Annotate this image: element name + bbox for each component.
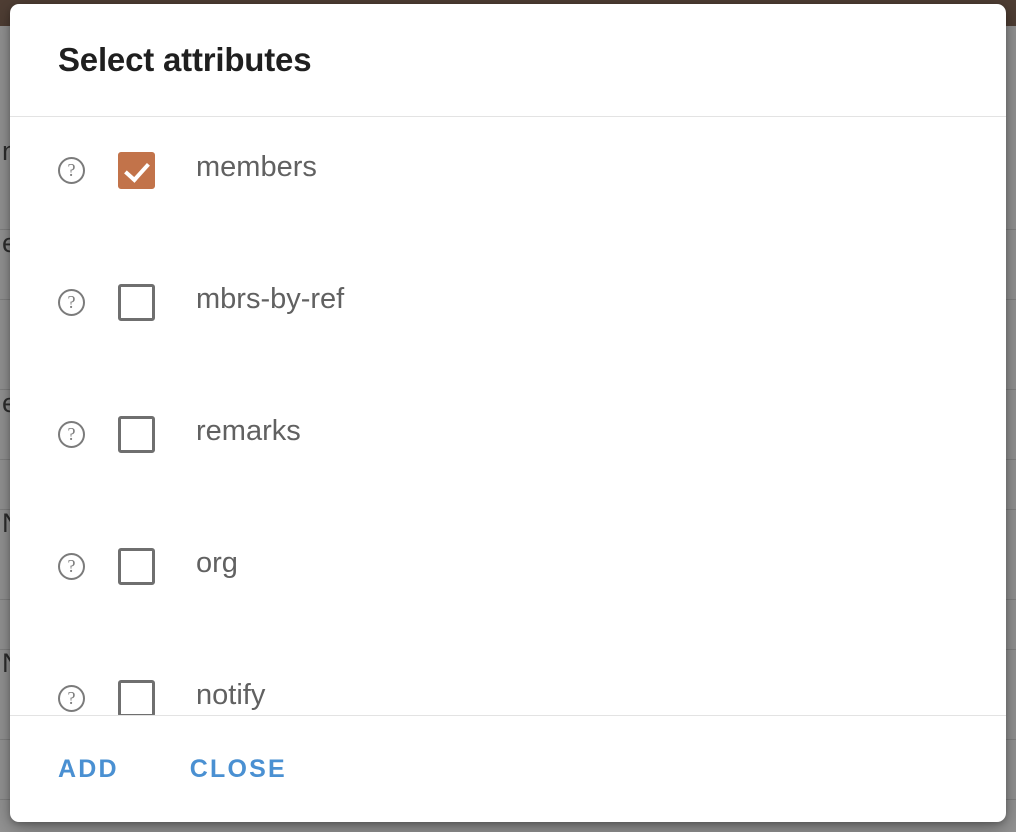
close-button[interactable]: CLOSE [190, 756, 287, 782]
attribute-checkbox[interactable] [118, 284, 155, 321]
attribute-label: notify [196, 679, 266, 711]
dialog-header: Select attributes [10, 4, 1006, 117]
list-item[interactable]: ? members [10, 143, 1006, 275]
list-item[interactable]: ? mbrs-by-ref [10, 275, 1006, 407]
attribute-checkbox[interactable] [118, 548, 155, 585]
dialog-title: Select attributes [58, 40, 312, 78]
attribute-label: members [196, 151, 317, 183]
select-attributes-dialog: Select attributes ? members ? mbrs-by-re… [10, 4, 1006, 822]
attribute-list[interactable]: ? members ? mbrs-by-ref ? remarks ? org [10, 117, 1006, 715]
list-item[interactable]: ? notify [10, 671, 1006, 715]
page-root: n e e N N Select attributes ? members ? … [0, 0, 1016, 832]
attribute-checkbox[interactable] [118, 152, 155, 189]
attribute-checkbox[interactable] [118, 680, 155, 715]
help-icon[interactable]: ? [58, 289, 85, 316]
list-item[interactable]: ? remarks [10, 407, 1006, 539]
help-icon[interactable]: ? [58, 157, 85, 184]
list-item[interactable]: ? org [10, 539, 1006, 671]
attribute-label: mbrs-by-ref [196, 283, 345, 315]
attribute-label: org [196, 547, 238, 579]
attribute-label: remarks [196, 415, 301, 447]
attribute-checkbox[interactable] [118, 416, 155, 453]
help-icon[interactable]: ? [58, 685, 85, 712]
add-button[interactable]: ADD [58, 756, 119, 782]
help-icon[interactable]: ? [58, 421, 85, 448]
dialog-footer: ADD CLOSE [10, 715, 1006, 822]
help-icon[interactable]: ? [58, 553, 85, 580]
